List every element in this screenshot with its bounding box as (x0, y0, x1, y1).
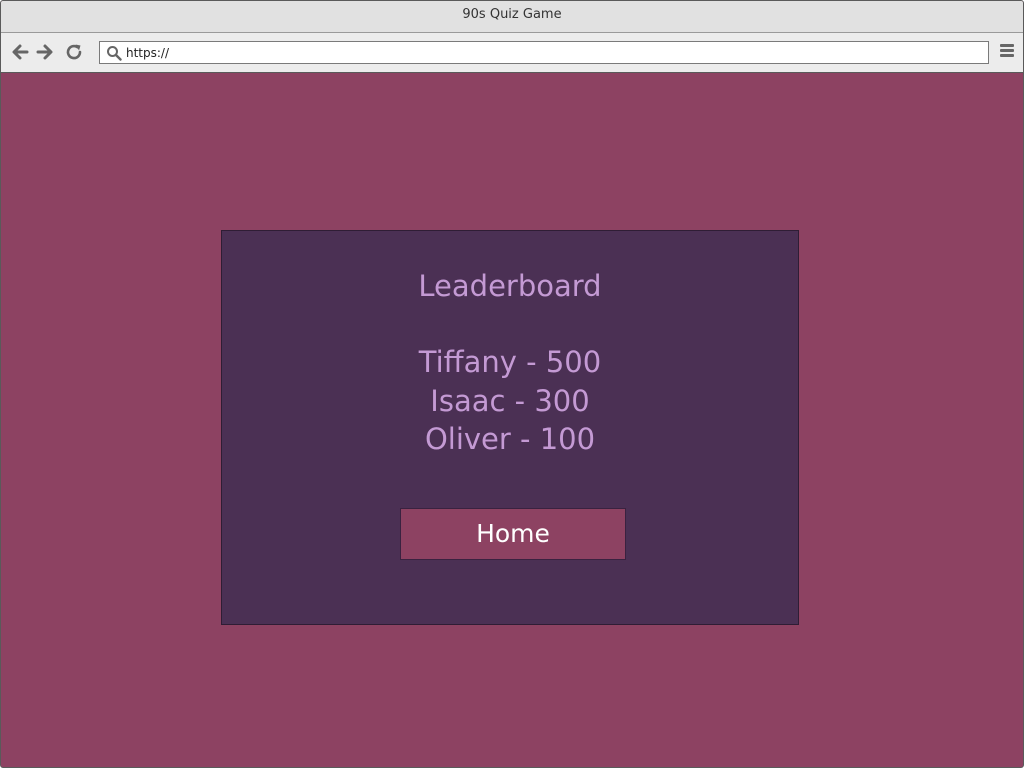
leaderboard-title: Leaderboard (418, 269, 602, 303)
home-button[interactable]: Home (400, 508, 626, 560)
leaderboard-panel: Leaderboard Tiffany - 500 Isaac - 300 Ol… (221, 230, 799, 625)
back-arrow-icon[interactable] (9, 41, 31, 63)
leaderboard-entry: Isaac - 300 (430, 383, 590, 418)
leaderboard-list: Tiffany - 500 Isaac - 300 Oliver - 100 (222, 343, 798, 459)
url-input[interactable] (126, 42, 976, 63)
window-title: 90s Quiz Game (462, 7, 562, 22)
leaderboard-entry: Oliver - 100 (424, 422, 596, 456)
search-icon (106, 45, 122, 61)
address-bar[interactable] (99, 41, 989, 64)
hamburger-menu-icon[interactable] (997, 42, 1017, 62)
leaderboard-entry: Tiffany - 500 (418, 345, 602, 379)
reload-icon[interactable] (63, 41, 85, 63)
forward-arrow-icon[interactable] (34, 41, 56, 63)
browser-toolbar (1, 33, 1023, 73)
window-title-bar: 90s Quiz Game (1, 1, 1023, 33)
browser-window: 90s Quiz Game https:// Leaderboard Tiffa… (0, 0, 1024, 768)
